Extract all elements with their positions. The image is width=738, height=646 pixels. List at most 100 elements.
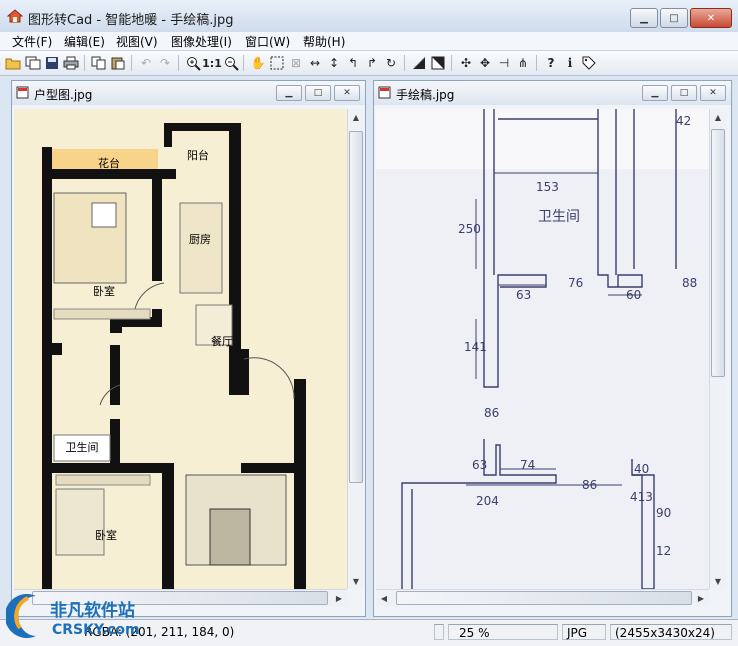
sketch-dim: 74 — [520, 458, 535, 472]
sketch-dim: 141 — [464, 340, 487, 354]
sketch-dim: 86 — [582, 478, 597, 492]
scroll-up-icon[interactable]: ▲ — [710, 109, 726, 125]
document-window-floorplan: 户型图.jpg ▁ □ ✕ 花台 阳台 厨房 卧室 餐厅 卫生间 卧室 ▲ ▼ … — [11, 80, 366, 617]
crop-icon[interactable]: ⊠ — [287, 54, 305, 72]
label-huatai: 花台 — [98, 156, 120, 170]
sketch-dim: 413 — [630, 490, 653, 504]
open-folder-icon[interactable] — [4, 54, 22, 72]
zoom-in-icon[interactable] — [184, 54, 202, 72]
sketch-dim: 60 — [626, 288, 641, 302]
watermark-text-cn: 非凡软件站 — [50, 600, 135, 621]
zoom-out-icon[interactable] — [222, 54, 240, 72]
menu-edit[interactable]: 编辑(E) — [64, 33, 105, 50]
document-titlebar[interactable]: 手绘稿.jpg ▁ □ ✕ — [374, 81, 731, 105]
doc-minimize-button[interactable]: ▁ — [642, 85, 668, 101]
sketch-dim: 204 — [476, 494, 499, 508]
sketch-room-label: 卫生间 — [538, 209, 580, 225]
scroll-thumb[interactable] — [349, 131, 363, 483]
menu-image-processing[interactable]: 图像处理(I) — [171, 33, 232, 50]
dilate-icon[interactable]: ✣ — [457, 54, 475, 72]
doc-minimize-button[interactable]: ▁ — [276, 85, 302, 101]
label-woshi-1: 卧室 — [93, 284, 115, 298]
maximize-button[interactable]: □ — [660, 8, 688, 28]
scroll-down-icon[interactable]: ▼ — [710, 573, 726, 589]
window-title: 图形转Cad - 智能地暖 - 手绘稿.jpg — [28, 13, 234, 28]
close-button[interactable]: ✕ — [690, 8, 732, 28]
scroll-thumb[interactable] — [396, 591, 692, 605]
sketch-dim: 63 — [516, 288, 531, 302]
invert-icon[interactable] — [410, 54, 428, 72]
document-title: 手绘稿.jpg — [396, 88, 455, 102]
app-home-icon — [7, 9, 23, 23]
sketch-image: 42 153 250 76 63 60 88 141 86 63 74 204 … — [376, 109, 709, 589]
document-icon — [16, 86, 29, 99]
scroll-left-icon[interactable]: ◀ — [376, 590, 392, 606]
doc-maximize-button[interactable]: □ — [305, 85, 331, 101]
sketch-dim: 63 — [472, 458, 487, 472]
doc-close-button[interactable]: ✕ — [334, 85, 360, 101]
sketch-dim: 86 — [484, 406, 499, 420]
rotate-right-icon[interactable]: ↱ — [363, 54, 381, 72]
pan-hand-icon[interactable]: ✋ — [249, 54, 267, 72]
menu-file[interactable]: 文件(F) — [12, 33, 52, 50]
scroll-right-icon[interactable]: ▶ — [693, 590, 709, 606]
label-weishengjian: 卫生间 — [66, 440, 99, 454]
title-bar: 图形转Cad - 智能地暖 - 手绘稿.jpg ▁ □ ✕ — [0, 0, 738, 33]
threshold-icon[interactable] — [429, 54, 447, 72]
erode-icon[interactable]: ✥ — [476, 54, 494, 72]
label-woshi-2: 卧室 — [95, 528, 117, 542]
menu-bar: 文件(F) 编辑(E) 视图(V) 图像处理(I) 窗口(W) 帮助(H) — [0, 32, 738, 51]
sketch-vertical-scrollbar[interactable]: ▲ ▼ — [709, 109, 726, 589]
save-icon[interactable] — [43, 54, 61, 72]
floorplan-vertical-scrollbar[interactable]: ▲ ▼ — [347, 109, 364, 589]
watermark-logo: 非凡软件站 CRSKY.com — [6, 594, 140, 638]
document-titlebar[interactable]: 户型图.jpg ▁ □ ✕ — [12, 81, 365, 105]
document-icon — [378, 86, 391, 99]
sketch-canvas[interactable]: 42 153 250 76 63 60 88 141 86 63 74 204 … — [376, 109, 709, 589]
status-zoom: 25 % — [448, 624, 558, 640]
doc-close-button[interactable]: ✕ — [700, 85, 726, 101]
scroll-down-icon[interactable]: ▼ — [348, 573, 364, 589]
floorplan-image: 花台 阳台 厨房 卧室 餐厅 卫生间 卧室 — [14, 109, 347, 589]
label-chufang: 厨房 — [189, 233, 211, 246]
copy-icon[interactable] — [90, 54, 108, 72]
select-rect-icon[interactable] — [268, 54, 286, 72]
thin-icon[interactable]: ⊣ — [495, 54, 513, 72]
tag-icon[interactable] — [580, 54, 598, 72]
status-image-size: (2455x3430x24) — [610, 624, 732, 640]
floorplan-canvas[interactable]: 花台 阳台 厨房 卧室 餐厅 卫生间 卧室 — [14, 109, 347, 589]
undo-icon[interactable]: ↶ — [137, 54, 155, 72]
sketch-dim: 153 — [536, 180, 559, 194]
minimize-button[interactable]: ▁ — [630, 8, 658, 28]
menu-view[interactable]: 视图(V) — [116, 33, 158, 50]
document-window-sketch: 手绘稿.jpg ▁ □ ✕ 42 153 250 76 63 60 88 141… — [373, 80, 732, 617]
sketch-dim: 12 — [656, 544, 671, 558]
help-button[interactable]: ? — [542, 54, 560, 72]
scroll-up-icon[interactable]: ▲ — [348, 109, 364, 125]
sketch-dim: 76 — [568, 276, 583, 290]
status-spacer — [434, 624, 444, 640]
flip-vertical-icon[interactable]: ↕ — [325, 54, 343, 72]
menu-window[interactable]: 窗口(W) — [245, 33, 290, 50]
sketch-dim: 40 — [634, 462, 649, 476]
rotate-left-icon[interactable]: ↰ — [344, 54, 362, 72]
sketch-dim: 90 — [656, 506, 671, 520]
redo-icon[interactable]: ↷ — [156, 54, 174, 72]
sketch-dim: 250 — [458, 222, 481, 236]
document-title: 户型图.jpg — [34, 88, 93, 102]
paste-icon[interactable] — [109, 54, 127, 72]
doc-maximize-button[interactable]: □ — [671, 85, 697, 101]
zoom-actual-size-button[interactable]: 1:1 — [202, 54, 222, 72]
vectorize-icon[interactable]: ⋔ — [514, 54, 532, 72]
sketch-dim: 42 — [676, 114, 691, 128]
scroll-right-icon[interactable]: ▶ — [331, 590, 347, 606]
sketch-horizontal-scrollbar[interactable]: ◀ ▶ — [376, 589, 709, 606]
new-window-icon[interactable] — [24, 54, 42, 72]
status-format: JPG — [562, 624, 606, 640]
rotate-free-icon[interactable]: ↻ — [382, 54, 400, 72]
menu-help[interactable]: 帮助(H) — [303, 33, 345, 50]
print-icon[interactable] — [62, 54, 80, 72]
scroll-thumb[interactable] — [711, 129, 725, 377]
info-button[interactable]: i — [561, 54, 579, 72]
flip-horizontal-icon[interactable]: ↔ — [306, 54, 324, 72]
